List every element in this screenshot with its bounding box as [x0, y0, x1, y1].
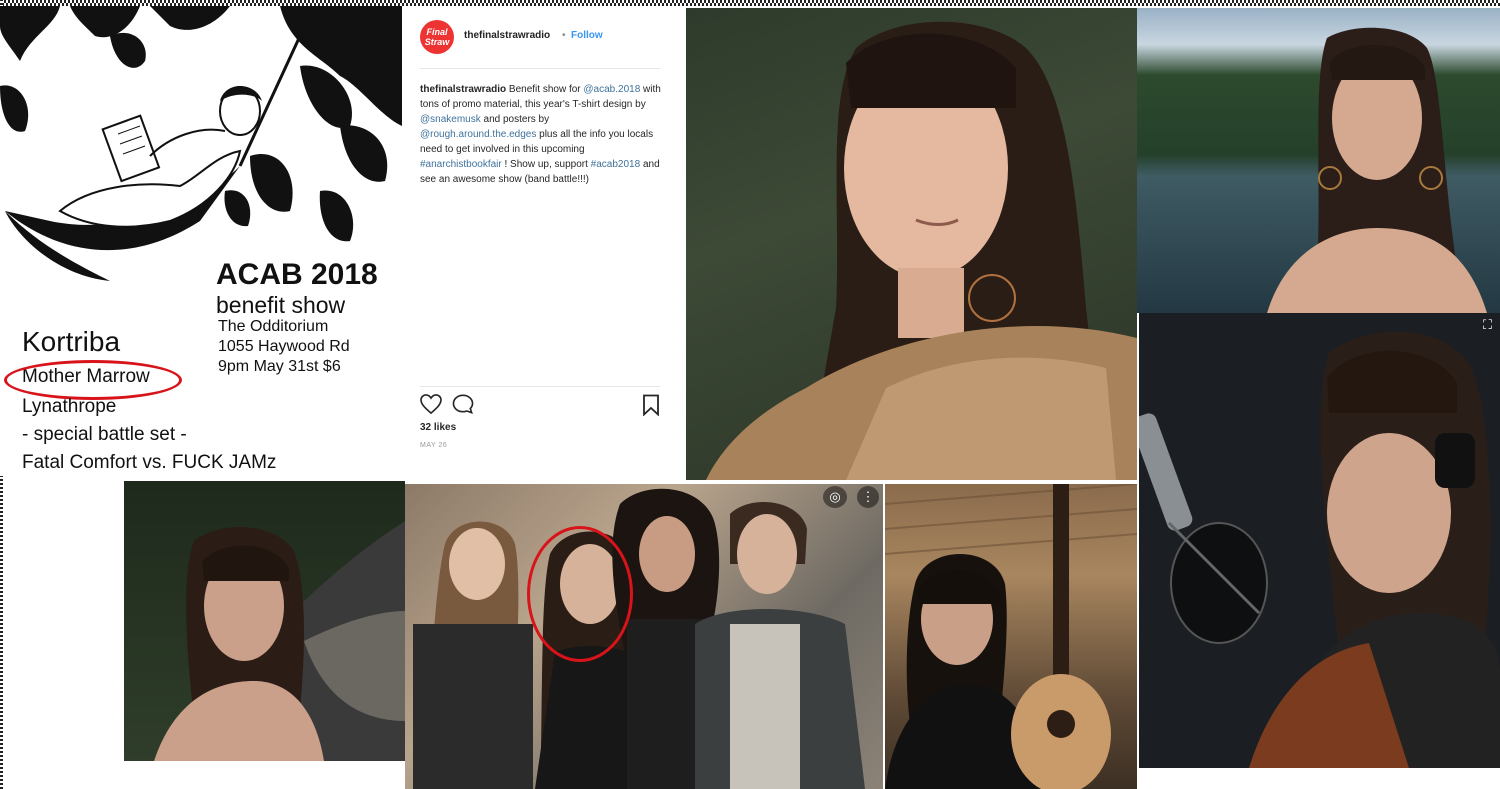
caption-link[interactable]: @acab.2018 [583, 84, 640, 95]
lake-photo [1137, 8, 1500, 313]
battle-bands: Fatal Comfort vs. FUCK JAMz [22, 452, 277, 473]
separator-dot: • [562, 30, 566, 41]
poster-title: ACAB 2018 [216, 258, 378, 291]
lake-figure [1267, 27, 1487, 313]
more-options-icon[interactable]: ⋮ [857, 486, 879, 508]
caption-username[interactable]: thefinalstrawradio [420, 84, 506, 95]
bookmark-icon[interactable] [642, 394, 660, 416]
likes-count[interactable]: 32 likes [420, 422, 456, 433]
instagram-post: Final Straw thefinalstrawradio • Follow … [402, 6, 685, 476]
recording-photo: ⛶ [1139, 313, 1500, 768]
band-lynathrope: Lynathrope [22, 396, 117, 417]
actions-divider [420, 386, 660, 387]
band-kortriba: Kortriba [22, 326, 121, 357]
wing-photo [124, 481, 405, 761]
wing-figure [154, 521, 405, 761]
post-caption: thefinalstrawradio Benefit show for @aca… [420, 82, 668, 187]
post-date: MAY 26 [420, 442, 448, 449]
follow-button[interactable]: Follow [571, 30, 603, 41]
battle-set-label: - special battle set - [22, 424, 187, 445]
portrait-figure [706, 21, 1137, 480]
profile-avatar[interactable]: Final Straw [420, 20, 454, 54]
portrait-photo-fur [686, 8, 1137, 480]
caption-text: ! Show up, support [501, 159, 591, 170]
highlight-circle-band [527, 526, 633, 662]
poster-venue: The Odditorium [218, 318, 329, 335]
comment-icon[interactable] [452, 394, 474, 414]
username[interactable]: thefinalstrawradio [464, 30, 550, 41]
caption-text: Benefit show for [506, 84, 584, 95]
caption-link[interactable]: #anarchistbookfair [420, 159, 502, 170]
like-heart-icon[interactable] [420, 394, 442, 414]
expand-icon[interactable]: ⛶ [1483, 317, 1492, 333]
poster-subtitle: benefit show [216, 292, 346, 318]
header-divider [420, 68, 660, 69]
caption-link[interactable]: #acab2018 [591, 159, 641, 170]
caption-text: and posters by [480, 114, 550, 125]
band-photo: ◎ ⋮ [405, 484, 883, 789]
recording-figure [1139, 331, 1500, 768]
lens-search-icon[interactable]: ◎ [823, 486, 847, 508]
ukulele-figure [885, 484, 1137, 789]
poster-time-price: 9pm May 31st $6 [218, 358, 341, 375]
ukulele-photo [885, 484, 1137, 789]
highlight-circle [4, 360, 182, 400]
band-members [413, 488, 865, 789]
benefit-show-poster: ACAB 2018 benefit show The Odditorium 10… [0, 6, 402, 476]
caption-link[interactable]: @snakemusk [420, 114, 481, 125]
caption-link[interactable]: @rough.around.the.edges [420, 129, 536, 140]
poster-address: 1055 Haywood Rd [218, 338, 350, 355]
